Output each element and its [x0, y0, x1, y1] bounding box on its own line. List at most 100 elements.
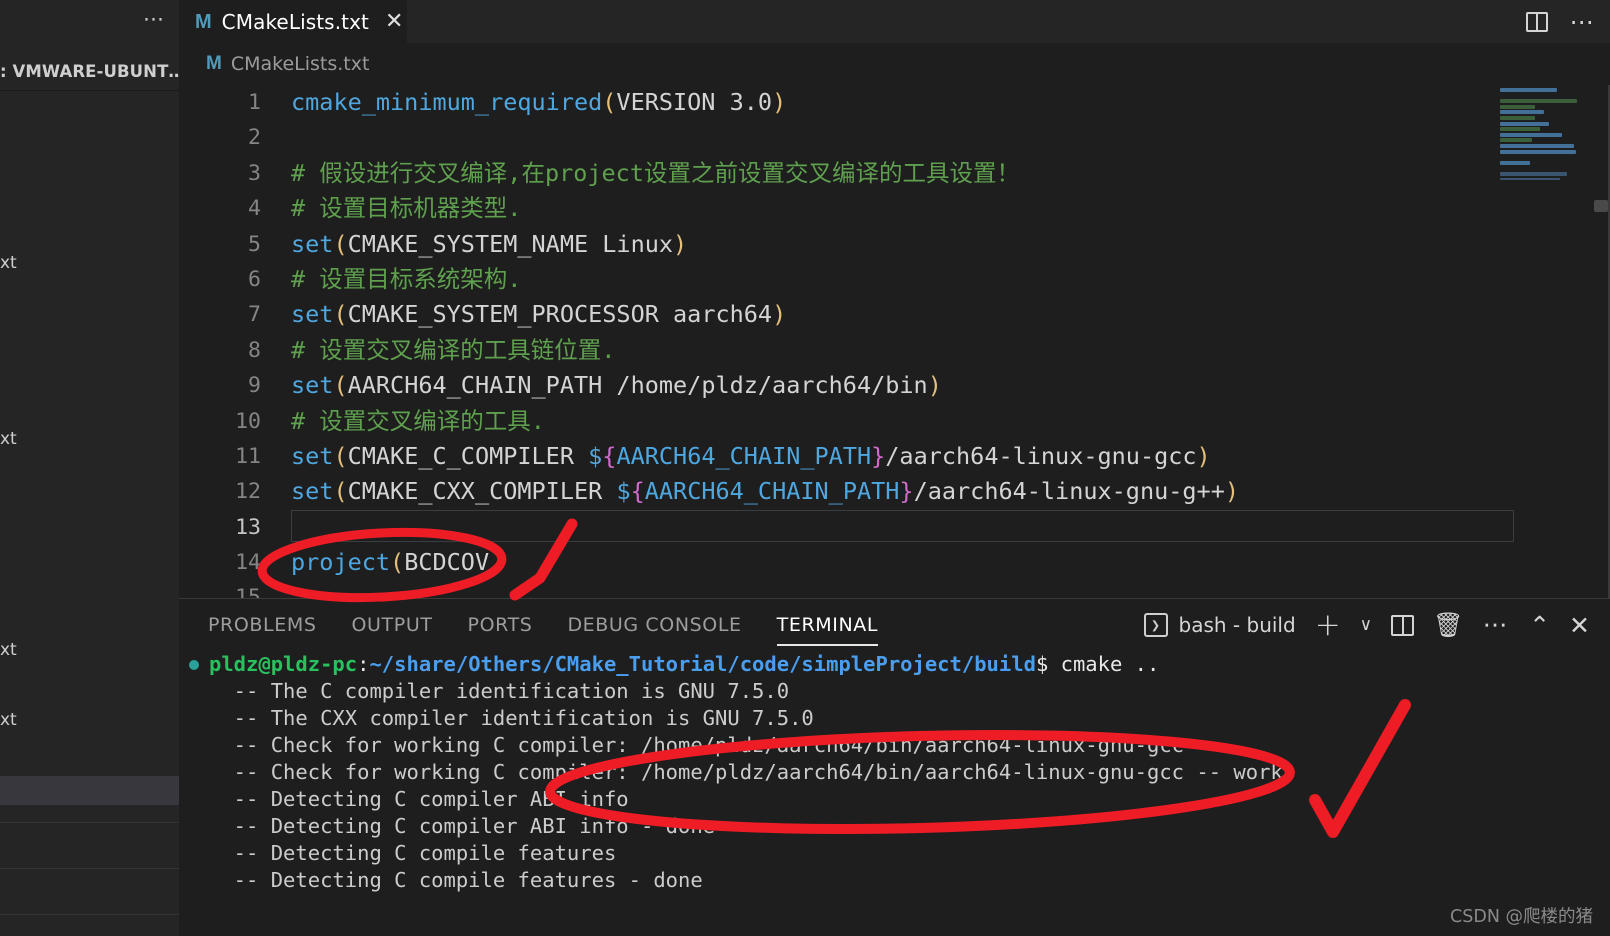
more-actions-icon[interactable]: ⋯	[1570, 10, 1597, 34]
code-token: }	[899, 477, 914, 506]
code-line[interactable]: 15	[179, 580, 1610, 598]
cursor-line-highlight	[291, 509, 1514, 542]
panel-tab-ports[interactable]: PORTS	[468, 599, 533, 651]
sidebar-file-item-1[interactable]: xt	[0, 248, 179, 277]
chevron-down-icon[interactable]: ∨	[1360, 616, 1372, 634]
terminal-selector[interactable]: ❯ bash - build	[1143, 613, 1296, 637]
sidebar-file-item-2[interactable]: xt	[0, 424, 179, 453]
code-line[interactable]: 14 project(BCDCOV	[179, 545, 1610, 580]
more-actions-icon[interactable]: ⋯	[1483, 612, 1511, 637]
code-token: (	[333, 371, 348, 400]
new-terminal-icon[interactable]: +	[1315, 609, 1341, 641]
chevron-up-icon[interactable]: ⌃	[1529, 613, 1550, 638]
code-token: set	[291, 300, 334, 329]
terminal-output-line: -- Check for working C compiler: /home/p…	[209, 733, 1185, 757]
code-token: (	[602, 88, 617, 116]
code-line[interactable]: 3 # 假设进行交叉编译,在project设置之前设置交叉编译的工具设置！	[179, 156, 1610, 191]
panel-tab-terminal[interactable]: TERMINAL	[776, 599, 879, 651]
editor-scrollbar[interactable]	[1594, 200, 1608, 212]
sidebar: ⋯ : VMWARE-UBUNT… xt xt xt xt	[0, 0, 179, 936]
code-line[interactable]: 1 cmake_minimum_required(VERSION 3.0)	[179, 85, 1610, 120]
line-number: 1	[248, 90, 261, 115]
code-line[interactable]: 9 set(AARCH64_CHAIN_PATH /home/pldz/aarch…	[179, 368, 1610, 403]
code-token: )	[772, 88, 787, 116]
terminal-prompt-icon: ❯	[1143, 613, 1168, 637]
code-editor[interactable]: 1 cmake_minimum_required(VERSION 3.0) 2 3 # …	[179, 85, 1610, 598]
sidebar-file-item-4[interactable]: xt	[0, 705, 179, 734]
line-number: 10	[235, 408, 261, 434]
code-token: CMAKE_CXX_COMPILER	[347, 477, 617, 506]
breadcrumb-label: CMakeLists.txt	[230, 53, 370, 75]
minimap-line	[1500, 177, 1561, 180]
panel-tab-label: TERMINAL	[776, 614, 879, 636]
code-line-text: # 设置目标系统架构.	[291, 262, 521, 297]
code-line[interactable]: 4 # 设置目标机器类型.	[179, 191, 1610, 226]
code-line[interactable]: 6 # 设置目标系统架构.	[179, 262, 1610, 297]
minimap[interactable]	[1500, 88, 1584, 180]
code-token: # 设置交叉编译的工具链位置.	[291, 335, 616, 364]
sidebar-section-header[interactable]: : VMWARE-UBUNT…	[0, 52, 179, 90]
line-number: 2	[248, 125, 261, 151]
editor-tabbar-actions: ⋯	[1525, 0, 1597, 43]
trash-icon[interactable]: 🗑	[1433, 613, 1463, 637]
sidebar-row-separator	[0, 822, 179, 823]
code-line[interactable]: 10 # 设置交叉编译的工具.	[179, 404, 1610, 439]
split-editor-icon[interactable]	[1525, 11, 1548, 32]
code-token: set	[291, 477, 334, 506]
markdown-file-icon: M	[206, 53, 222, 74]
code-line[interactable]: 11 set(CMAKE_C_COMPILER ${AARCH64_CHAIN_P…	[179, 439, 1610, 474]
sidebar-more-actions-icon[interactable]: ⋯	[143, 9, 166, 30]
line-number: 6	[248, 266, 261, 292]
panel-tab-problems[interactable]: PROBLEMS	[208, 599, 317, 651]
code-token: )	[927, 371, 942, 400]
code-line[interactable]: 12 set(CMAKE_CXX_COMPILER ${AARCH64_CHAIN…	[179, 474, 1610, 509]
minimap-line	[1500, 104, 1536, 109]
terminal-command: cmake ..	[1048, 652, 1160, 676]
close-icon[interactable]: ✕	[1569, 613, 1590, 638]
code-line-text: # 设置交叉编译的工具.	[291, 404, 545, 439]
code-line[interactable]: 8 # 设置交叉编译的工具链位置.	[179, 333, 1610, 368]
line-number: 15	[235, 585, 261, 598]
code-line[interactable]: 13	[179, 509, 1610, 545]
code-line-text: set(CMAKE_C_COMPILER ${AARCH64_CHAIN_PAT…	[291, 439, 1211, 474]
code-line[interactable]: 2	[179, 120, 1610, 155]
code-token: project	[291, 548, 391, 577]
code-token: )	[1196, 441, 1211, 470]
terminal-output[interactable]: pldz@pldz-pc:~/share/Others/CMake_Tutori…	[179, 651, 1610, 936]
code-line[interactable]: 5 set(CMAKE_SYSTEM_NAME Linux)	[179, 227, 1610, 262]
terminal-name: bash - build	[1178, 613, 1296, 637]
terminal-user: pldz@pldz-pc	[209, 652, 358, 676]
code-line[interactable]: 7 set(CMAKE_SYSTEM_PROCESSOR aarch64)	[179, 297, 1610, 332]
sidebar-selected-row[interactable]	[0, 776, 179, 805]
panel-tab-output[interactable]: OUTPUT	[352, 599, 433, 651]
code-token: (	[333, 300, 348, 329]
minimap-line	[1500, 121, 1549, 126]
terminal-output-line: -- Detecting C compile features - done	[209, 868, 703, 892]
code-token: cmake_minimum_required	[291, 88, 603, 116]
sidebar-row-separator	[0, 868, 179, 869]
code-token: {	[602, 441, 617, 470]
code-token: (	[333, 477, 348, 506]
sidebar-file-tree[interactable]: xt xt xt xt	[0, 92, 179, 936]
code-token: }	[871, 441, 886, 470]
tab-cmakelists[interactable]: M CMakeLists.txt ✕	[179, 0, 407, 43]
code-token: (	[333, 441, 348, 470]
sidebar-file-label: xt	[0, 639, 17, 660]
terminal-path: ~/share/Others/CMake_Tutorial/code/simpl…	[369, 652, 1036, 676]
bottom-panel: PROBLEMS OUTPUT PORTS DEBUG CONSOLE TERMINAL…	[179, 598, 1610, 936]
code-token: # 设置目标机器类型.	[291, 194, 522, 223]
panel-actions: ❯ bash - build + ∨ 🗑 ⋯ ⌃ ✕	[1143, 599, 1590, 651]
code-token: /aarch64-linux-gnu-g++	[913, 477, 1225, 506]
panel-tab-debug-console[interactable]: DEBUG CONSOLE	[567, 599, 741, 651]
breadcrumb[interactable]: M CMakeLists.txt	[179, 43, 1610, 85]
code-token: set	[291, 229, 334, 258]
sidebar-file-item-3[interactable]: xt	[0, 635, 179, 664]
watermark: CSDN @爬楼的猪	[1450, 907, 1593, 927]
code-token: )	[673, 229, 688, 258]
code-token: /aarch64-linux-gnu-gcc	[885, 441, 1197, 470]
split-terminal-icon[interactable]	[1391, 614, 1415, 636]
minimap-line	[1500, 171, 1568, 176]
code-token: VERSION 3.0	[616, 88, 773, 116]
close-icon[interactable]: ✕	[385, 11, 403, 33]
terminal-command-marker-icon	[189, 660, 199, 670]
